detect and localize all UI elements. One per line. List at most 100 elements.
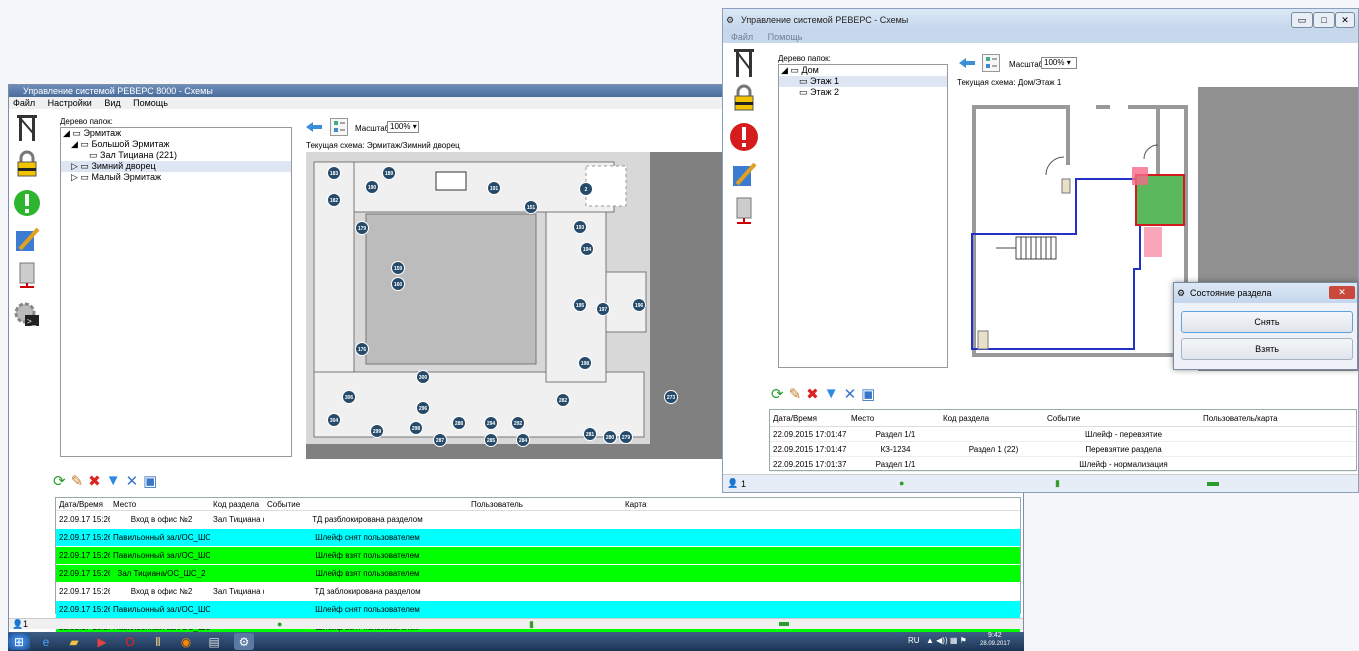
plan-marker[interactable]: 191 (487, 181, 501, 195)
layers-icon[interactable] (330, 118, 348, 136)
clock-time[interactable]: 9:42 (988, 632, 1002, 639)
tree-node-floor-2[interactable]: ▭ Этаж 2 (779, 87, 947, 98)
app-icon[interactable]: Ⅱ (148, 633, 168, 650)
tray-icons[interactable]: ▲ ◀)) ▦ ⚑ (926, 636, 967, 645)
plan-marker[interactable]: 196 (632, 298, 646, 312)
close-button[interactable]: ✕ (1335, 12, 1355, 28)
language-indicator[interactable]: RU (908, 636, 920, 645)
filter-icon[interactable]: ▼ (106, 472, 121, 490)
tree-node-house[interactable]: ◢ ▭ Дом (779, 65, 947, 76)
plan-marker[interactable]: 190 (365, 180, 379, 194)
col-header[interactable]: Место (110, 498, 210, 510)
plan-marker[interactable]: 159 (391, 261, 405, 275)
col-header[interactable]: Дата/Время (56, 498, 110, 510)
menu-file[interactable]: Файл (13, 98, 35, 108)
delete-icon[interactable]: ✖ (88, 472, 101, 490)
plan-marker[interactable]: 179 (355, 221, 369, 235)
plan-marker[interactable]: 198 (578, 356, 592, 370)
tree-node-big-hermitage[interactable]: ◢ ▭ Большой Эрмитаж (61, 139, 291, 150)
table-row[interactable]: 22.09.2015 17:01:37 Раздел 1/1 Шлейф - нор… (770, 457, 1356, 472)
col-header[interactable]: Пользователь (468, 498, 622, 510)
plan-marker[interactable]: 292 (511, 416, 525, 430)
dialog-close-button[interactable]: ✕ (1329, 286, 1355, 299)
tools-icon[interactable]: ✕ (844, 385, 857, 403)
minimize-button[interactable]: ▭ (1291, 12, 1313, 28)
explorer-icon[interactable]: ▰ (64, 633, 84, 650)
plan-marker[interactable]: 194 (580, 242, 594, 256)
table-row[interactable]: 22.09.17 15:26:22Павильонный зал/ОС_ШС_1… (56, 601, 1020, 619)
tree-node-hermitage[interactable]: ◢ ▭ Эрмитаж (61, 128, 291, 139)
lock-icon[interactable] (729, 84, 759, 114)
plan-marker[interactable]: 281 (583, 427, 597, 441)
start-button[interactable]: ⊞ (8, 633, 30, 650)
plan-marker[interactable]: 306 (342, 390, 356, 404)
server-icon[interactable] (729, 196, 759, 226)
menu-file[interactable]: Файл (731, 32, 753, 42)
col-header[interactable]: Код раздела (940, 410, 1044, 426)
report-icon[interactable]: ▣ (861, 385, 875, 403)
tools-icon[interactable]: ✕ (126, 472, 139, 490)
maximize-button[interactable]: □ (1313, 12, 1335, 28)
brush-icon[interactable]: ✎ (71, 472, 84, 490)
plan-marker[interactable]: 280 (603, 430, 617, 444)
plan-marker[interactable]: 288 (452, 416, 466, 430)
table-row[interactable]: 22.09.17 15:26:44 Вход в офис №2 Зал Тициа… (56, 511, 1020, 529)
plan-marker[interactable]: 160 (391, 277, 405, 291)
report-icon[interactable]: ▣ (143, 472, 157, 490)
plan-marker[interactable]: 176 (355, 342, 369, 356)
tree-node-winter-palace[interactable]: ▷ ▭ Зимний дворец (61, 161, 291, 172)
plan-marker[interactable]: 182 (327, 193, 341, 207)
edit-icon[interactable] (729, 160, 759, 190)
clock-date[interactable]: 28.09.2017 (980, 641, 1010, 647)
plan-marker[interactable]: 151 (524, 200, 538, 214)
delete-icon[interactable]: ✖ (806, 385, 819, 403)
plan-marker[interactable]: 195 (573, 298, 587, 312)
revers-taskbar-icon[interactable]: ⚙ (234, 633, 254, 650)
col-header[interactable]: Место (848, 410, 940, 426)
refresh-icon[interactable]: ⟳ (53, 472, 66, 490)
col-header[interactable]: Карта (622, 498, 674, 510)
scale-select[interactable]: 100% ▾ (1041, 57, 1077, 69)
menu-view[interactable]: Вид (104, 98, 120, 108)
menu-help[interactable]: Помощь (768, 32, 803, 42)
table-row[interactable]: 22.09.17 15:26:33 Зал Тициана/ОС_ШС_2 Шлей… (56, 565, 1020, 583)
col-header[interactable]: Пользователь/карта (1200, 410, 1350, 426)
layers-icon[interactable] (982, 54, 1000, 72)
plan-marker[interactable]: 287 (433, 433, 447, 447)
barrier-icon[interactable] (729, 47, 759, 77)
plan-marker[interactable]: 284 (516, 433, 530, 447)
firefox-icon[interactable]: ◉ (176, 633, 196, 650)
back-arrow-icon[interactable] (959, 58, 975, 68)
col-header[interactable]: Дата/Время (770, 410, 848, 426)
col-header[interactable]: Событие (1044, 410, 1200, 426)
plan-marker[interactable]: 300 (416, 370, 430, 384)
plan-marker[interactable]: 299 (370, 424, 384, 438)
edit-icon[interactable] (12, 225, 42, 255)
tree-node-small-hermitage[interactable]: ▷ ▭ Малый Эрмитаж (61, 172, 291, 183)
disarm-button[interactable]: Снять (1181, 311, 1353, 333)
server-icon[interactable] (12, 260, 42, 290)
scale-select[interactable]: 100% ▾ (387, 121, 419, 133)
tree-node-floor-1[interactable]: ▭ Этаж 1 (779, 76, 947, 87)
folder-tree[interactable]: ◢ ▭ Эрмитаж ◢ ▭ Большой Эрмитаж ▭ Зал Ти… (60, 127, 292, 457)
table-row[interactable]: 22.09.17 15:26:39Павильонный зал/ОС_ШС_1… (56, 547, 1020, 565)
refresh-icon[interactable]: ⟳ (771, 385, 784, 403)
ie-icon[interactable]: e (36, 633, 56, 650)
plan-marker[interactable]: 183 (327, 166, 341, 180)
opera-icon[interactable]: O (120, 633, 140, 650)
plan-marker[interactable]: 304 (327, 413, 341, 427)
plan-marker[interactable]: 296 (416, 401, 430, 415)
lock-icon[interactable] (12, 149, 42, 179)
media-icon[interactable]: ▶ (92, 633, 112, 650)
settings-console-icon[interactable]: >_ (12, 300, 42, 330)
barrier-icon[interactable] (12, 112, 42, 142)
alert-icon[interactable] (12, 188, 42, 218)
brush-icon[interactable]: ✎ (789, 385, 802, 403)
arm-button[interactable]: Взять (1181, 338, 1353, 360)
tree-node-titian-hall[interactable]: ▭ Зал Тициана (221) (61, 150, 291, 161)
table-row[interactable]: 22.09.17 15:26:41Павильонный зал/ОС_ШС_1… (56, 529, 1020, 547)
table-row[interactable]: 22.09.2015 17:01:47 КЗ-1234 Раздел 1 (22) П… (770, 442, 1356, 457)
plan-marker[interactable]: 2 (579, 182, 593, 196)
filter-icon[interactable]: ▼ (824, 385, 839, 403)
col-header[interactable]: Событие (264, 498, 468, 510)
